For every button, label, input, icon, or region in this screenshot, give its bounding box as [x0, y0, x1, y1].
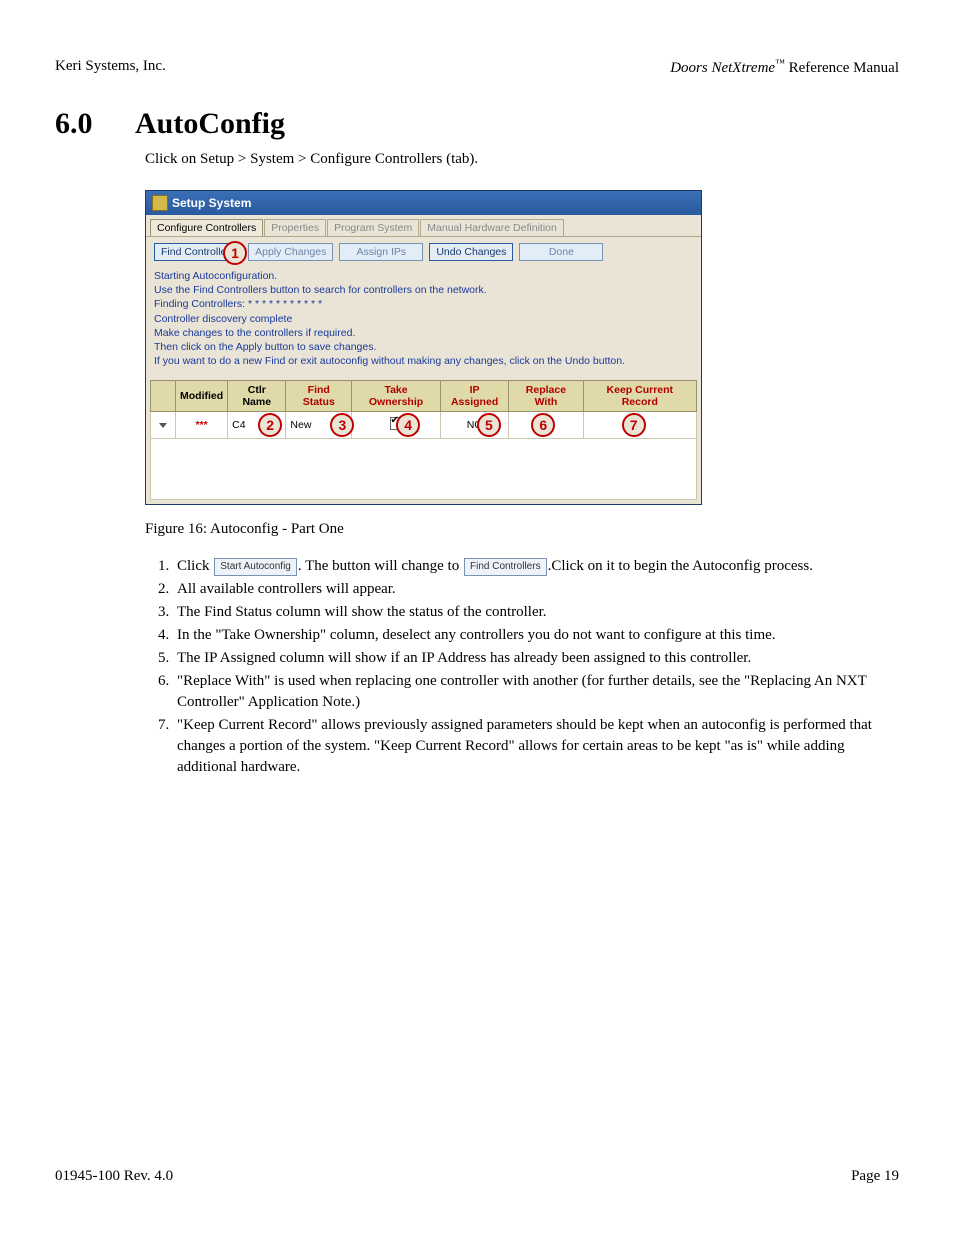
row-selector-icon[interactable]	[151, 412, 176, 439]
col-replace-with: Replace With	[509, 381, 583, 412]
done-button[interactable]: Done	[519, 243, 603, 261]
col-ctlr-name: Ctlr Name	[228, 381, 286, 412]
window-titlebar: Setup System	[146, 191, 701, 215]
step-5: The IP Assigned column will show if an I…	[173, 648, 899, 669]
cell-ip-assigned: NO 5	[440, 412, 508, 439]
col-ip-assigned: IP Assigned	[440, 381, 508, 412]
footer-doc-rev: 01945-100 Rev. 4.0	[55, 1168, 173, 1185]
figure-caption: Figure 16: Autoconfig - Part One	[145, 521, 899, 538]
section-heading: 6.0AutoConfig	[55, 107, 899, 141]
setup-system-window: Setup System Configure Controllers Prope…	[145, 190, 702, 505]
step-2: All available controllers will appear.	[173, 579, 899, 600]
steps-list: Click Start Autoconfig. The button will …	[145, 556, 899, 778]
breadcrumb: Click on Setup > System > Configure Cont…	[145, 151, 899, 168]
cell-take-ownership[interactable]: 4	[352, 412, 441, 439]
col-take-ownership: Take Ownership	[352, 381, 441, 412]
start-autoconfig-inline-button: Start Autoconfig	[214, 558, 297, 576]
callout-5: 5	[477, 413, 501, 437]
tab-properties[interactable]: Properties	[264, 219, 326, 236]
assign-ips-button[interactable]: Assign IPs	[339, 243, 423, 261]
undo-changes-button[interactable]: Undo Changes	[429, 243, 513, 261]
cell-keep-current[interactable]: 7	[583, 412, 696, 439]
tab-manual-hardware[interactable]: Manual Hardware Definition	[420, 219, 564, 236]
callout-7: 7	[622, 413, 646, 437]
cell-modified: ***	[176, 412, 228, 439]
tab-row: Configure Controllers Properties Program…	[146, 215, 701, 237]
callout-4: 4	[396, 413, 420, 437]
toolbar: Find Controllers 1 Apply Changes Assign …	[146, 237, 701, 265]
tab-program-system[interactable]: Program System	[327, 219, 419, 236]
step-1: Click Start Autoconfig. The button will …	[173, 556, 899, 577]
cell-replace-with[interactable]: 6	[509, 412, 583, 439]
status-messages: Starting Autoconfiguration. Use the Find…	[146, 265, 701, 380]
step-4: In the "Take Ownership" column, deselect…	[173, 625, 899, 646]
col-modified: Modified	[176, 381, 228, 412]
find-controllers-inline-button: Find Controllers	[464, 558, 547, 576]
cell-find-status: New 3	[286, 412, 352, 439]
callout-2: 2	[258, 413, 282, 437]
apply-changes-button[interactable]: Apply Changes	[248, 243, 333, 261]
header-product: Doors NetXtreme™ Reference Manual	[670, 58, 899, 77]
cell-ctlr-name[interactable]: C4 2	[228, 412, 286, 439]
step-6: "Replace With" is used when replacing on…	[173, 671, 899, 713]
callout-6: 6	[531, 413, 555, 437]
tab-configure-controllers[interactable]: Configure Controllers	[150, 219, 263, 236]
col-keep-current-record: Keep Current Record	[583, 381, 696, 412]
page-footer: 01945-100 Rev. 4.0 Page 19	[55, 1168, 899, 1185]
window-title: Setup System	[172, 196, 251, 210]
step-3: The Find Status column will show the sta…	[173, 602, 899, 623]
controllers-table: Modified Ctlr Name Find Status Take Owne…	[150, 380, 697, 439]
app-icon	[152, 195, 168, 211]
footer-page-number: Page 19	[851, 1168, 899, 1185]
col-find-status: Find Status	[286, 381, 352, 412]
header-company: Keri Systems, Inc.	[55, 58, 166, 77]
page-header: Keri Systems, Inc. Doors NetXtreme™ Refe…	[55, 58, 899, 77]
callout-1: 1	[223, 241, 247, 265]
step-7: "Keep Current Record" allows previously …	[173, 715, 899, 778]
table-row[interactable]: *** C4 2 New 3 4 NO 5	[151, 412, 697, 439]
find-controllers-button[interactable]: Find Controllers 1	[154, 243, 242, 261]
